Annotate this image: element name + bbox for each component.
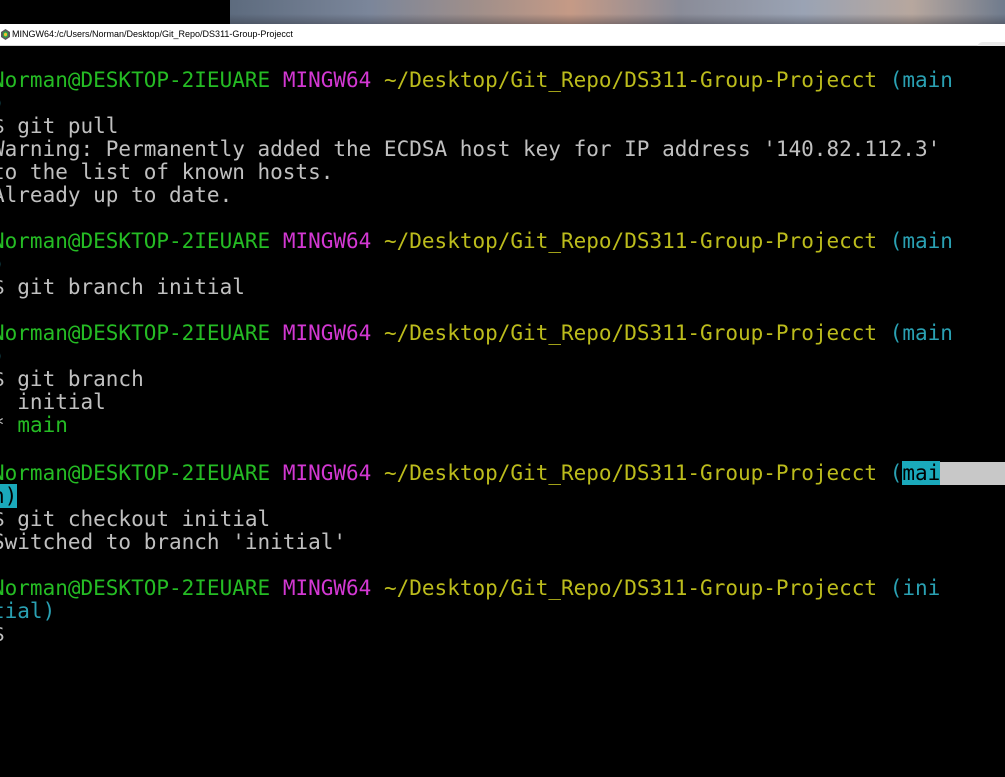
prompt-path: ~/Desktop/Git_Repo/DS311-Group-Projecct	[383, 461, 878, 485]
prompt-branch-close: )	[0, 252, 5, 276]
prompt-line: Norman@DESKTOP-2IEUARE MINGW64 ~/Desktop…	[0, 230, 953, 253]
command-line: $ git branch initial	[0, 275, 245, 299]
prompt-branch: (main	[889, 321, 953, 345]
command-line: $ git pull	[0, 114, 119, 138]
terminal-output[interactable]: Norman@DESKTOP-2IEUARE MINGW64 ~/Desktop…	[0, 46, 1005, 777]
prompt-user-host: Norman@DESKTOP-2IEUARE	[0, 321, 271, 345]
branch-list-item-current: * main	[0, 414, 68, 437]
prompt-path: ~/Desktop/Git_Repo/DS311-Group-Projecct	[383, 68, 878, 92]
prompt-system: MINGW64	[282, 576, 372, 600]
prompt-user-host: Norman@DESKTOP-2IEUARE	[0, 229, 271, 253]
prompt-user-host: Norman@DESKTOP-2IEUARE	[0, 576, 271, 600]
prompt-line-wrap: )	[0, 345, 5, 368]
prompt-line: Norman@DESKTOP-2IEUARE MINGW64 ~/Desktop…	[0, 461, 941, 485]
prompt-branch: (ini	[889, 576, 941, 600]
prompt-path: ~/Desktop/Git_Repo/DS311-Group-Projecct	[383, 321, 878, 345]
current-branch-marker: *	[0, 413, 5, 437]
prompt-user-host: Norman@DESKTOP-2IEUARE	[0, 68, 271, 92]
prompt-user-host: Norman@DESKTOP-2IEUARE	[0, 461, 271, 485]
prompt-line-wrap: )	[0, 253, 5, 276]
command-line: $ git checkout initial	[0, 507, 271, 531]
prompt-line-wrap: )	[0, 92, 5, 115]
prompt-system: MINGW64	[282, 461, 372, 485]
prompt-path: ~/Desktop/Git_Repo/DS311-Group-Projecct	[383, 576, 878, 600]
output-line: to the list of known hosts.	[0, 160, 334, 184]
desktop-background	[0, 0, 1005, 24]
prompt-line: Norman@DESKTOP-2IEUARE MINGW64 ~/Desktop…	[0, 322, 953, 345]
prompt-system: MINGW64	[282, 321, 372, 345]
screen: MINGW64:/c/Users/Norman/Desktop/Git_Repo…	[0, 0, 1005, 777]
prompt-line-wrap: tial)	[0, 600, 55, 623]
prompt-system: MINGW64	[282, 68, 372, 92]
prompt-line: Norman@DESKTOP-2IEUARE MINGW64 ~/Desktop…	[0, 69, 953, 92]
window-title-bar[interactable]: MINGW64:/c/Users/Norman/Desktop/Git_Repo…	[0, 24, 1005, 50]
window-title: MINGW64:/c/Users/Norman/Desktop/Git_Repo…	[12, 29, 293, 39]
wallpaper-image	[230, 0, 1005, 24]
command-input-line[interactable]: $	[0, 623, 5, 646]
selected-branch-text[interactable]: mai	[902, 461, 941, 485]
selected-branch-close[interactable]: n)	[0, 484, 18, 508]
final-prompt: $	[0, 622, 5, 646]
prompt-system: MINGW64	[282, 229, 372, 253]
prompt-branch: (main	[889, 229, 953, 253]
prompt-path: ~/Desktop/Git_Repo/DS311-Group-Projecct	[383, 229, 878, 253]
prompt-branch-close: )	[0, 344, 5, 368]
prompt-branch: (main	[889, 68, 953, 92]
output-line: Warning: Permanently added the ECDSA hos…	[0, 137, 941, 161]
command-line: $ git branch	[0, 367, 144, 391]
prompt-branch-wrap: tial)	[0, 599, 56, 623]
text-selection-highlight	[940, 462, 1005, 485]
output-line: Switched to branch 'initial'	[0, 530, 347, 554]
git-bash-icon	[1, 29, 10, 40]
current-branch-name: main	[17, 413, 68, 437]
prompt-branch-paren: (	[889, 461, 903, 485]
prompt-branch-close: )	[0, 91, 5, 115]
output-line: Already up to date.	[0, 183, 233, 207]
branch-list-item: initial	[0, 390, 106, 414]
prompt-line: Norman@DESKTOP-2IEUARE MINGW64 ~/Desktop…	[0, 577, 940, 600]
prompt-line-wrap: n)	[0, 484, 18, 508]
